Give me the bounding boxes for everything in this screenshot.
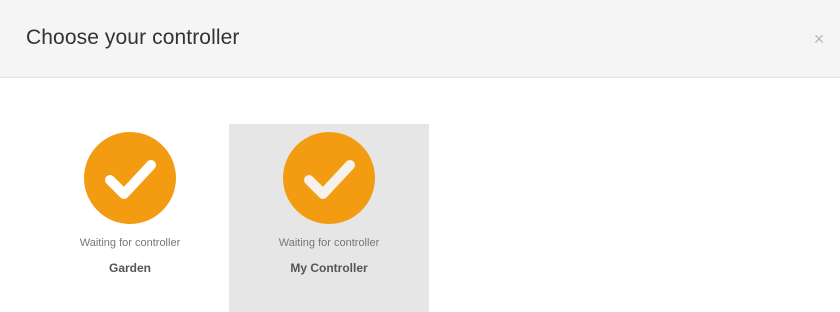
checkmark-icon	[84, 132, 176, 224]
dialog-header: Choose your controller ×	[0, 0, 840, 78]
dialog-title: Choose your controller	[26, 26, 240, 49]
choose-controller-dialog: Choose your controller × Waiting for con…	[0, 0, 840, 312]
controller-card-my-controller[interactable]: Waiting for controller My Controller	[229, 124, 429, 312]
controller-name: Garden	[108, 261, 151, 275]
checkmark-icon	[283, 132, 375, 224]
controller-status: Waiting for controller	[79, 237, 181, 249]
controller-name: My Controller	[290, 261, 368, 275]
close-button[interactable]: ×	[808, 26, 830, 52]
controller-status: Waiting for controller	[278, 237, 380, 249]
controller-card-garden[interactable]: Waiting for controller Garden	[30, 124, 230, 312]
